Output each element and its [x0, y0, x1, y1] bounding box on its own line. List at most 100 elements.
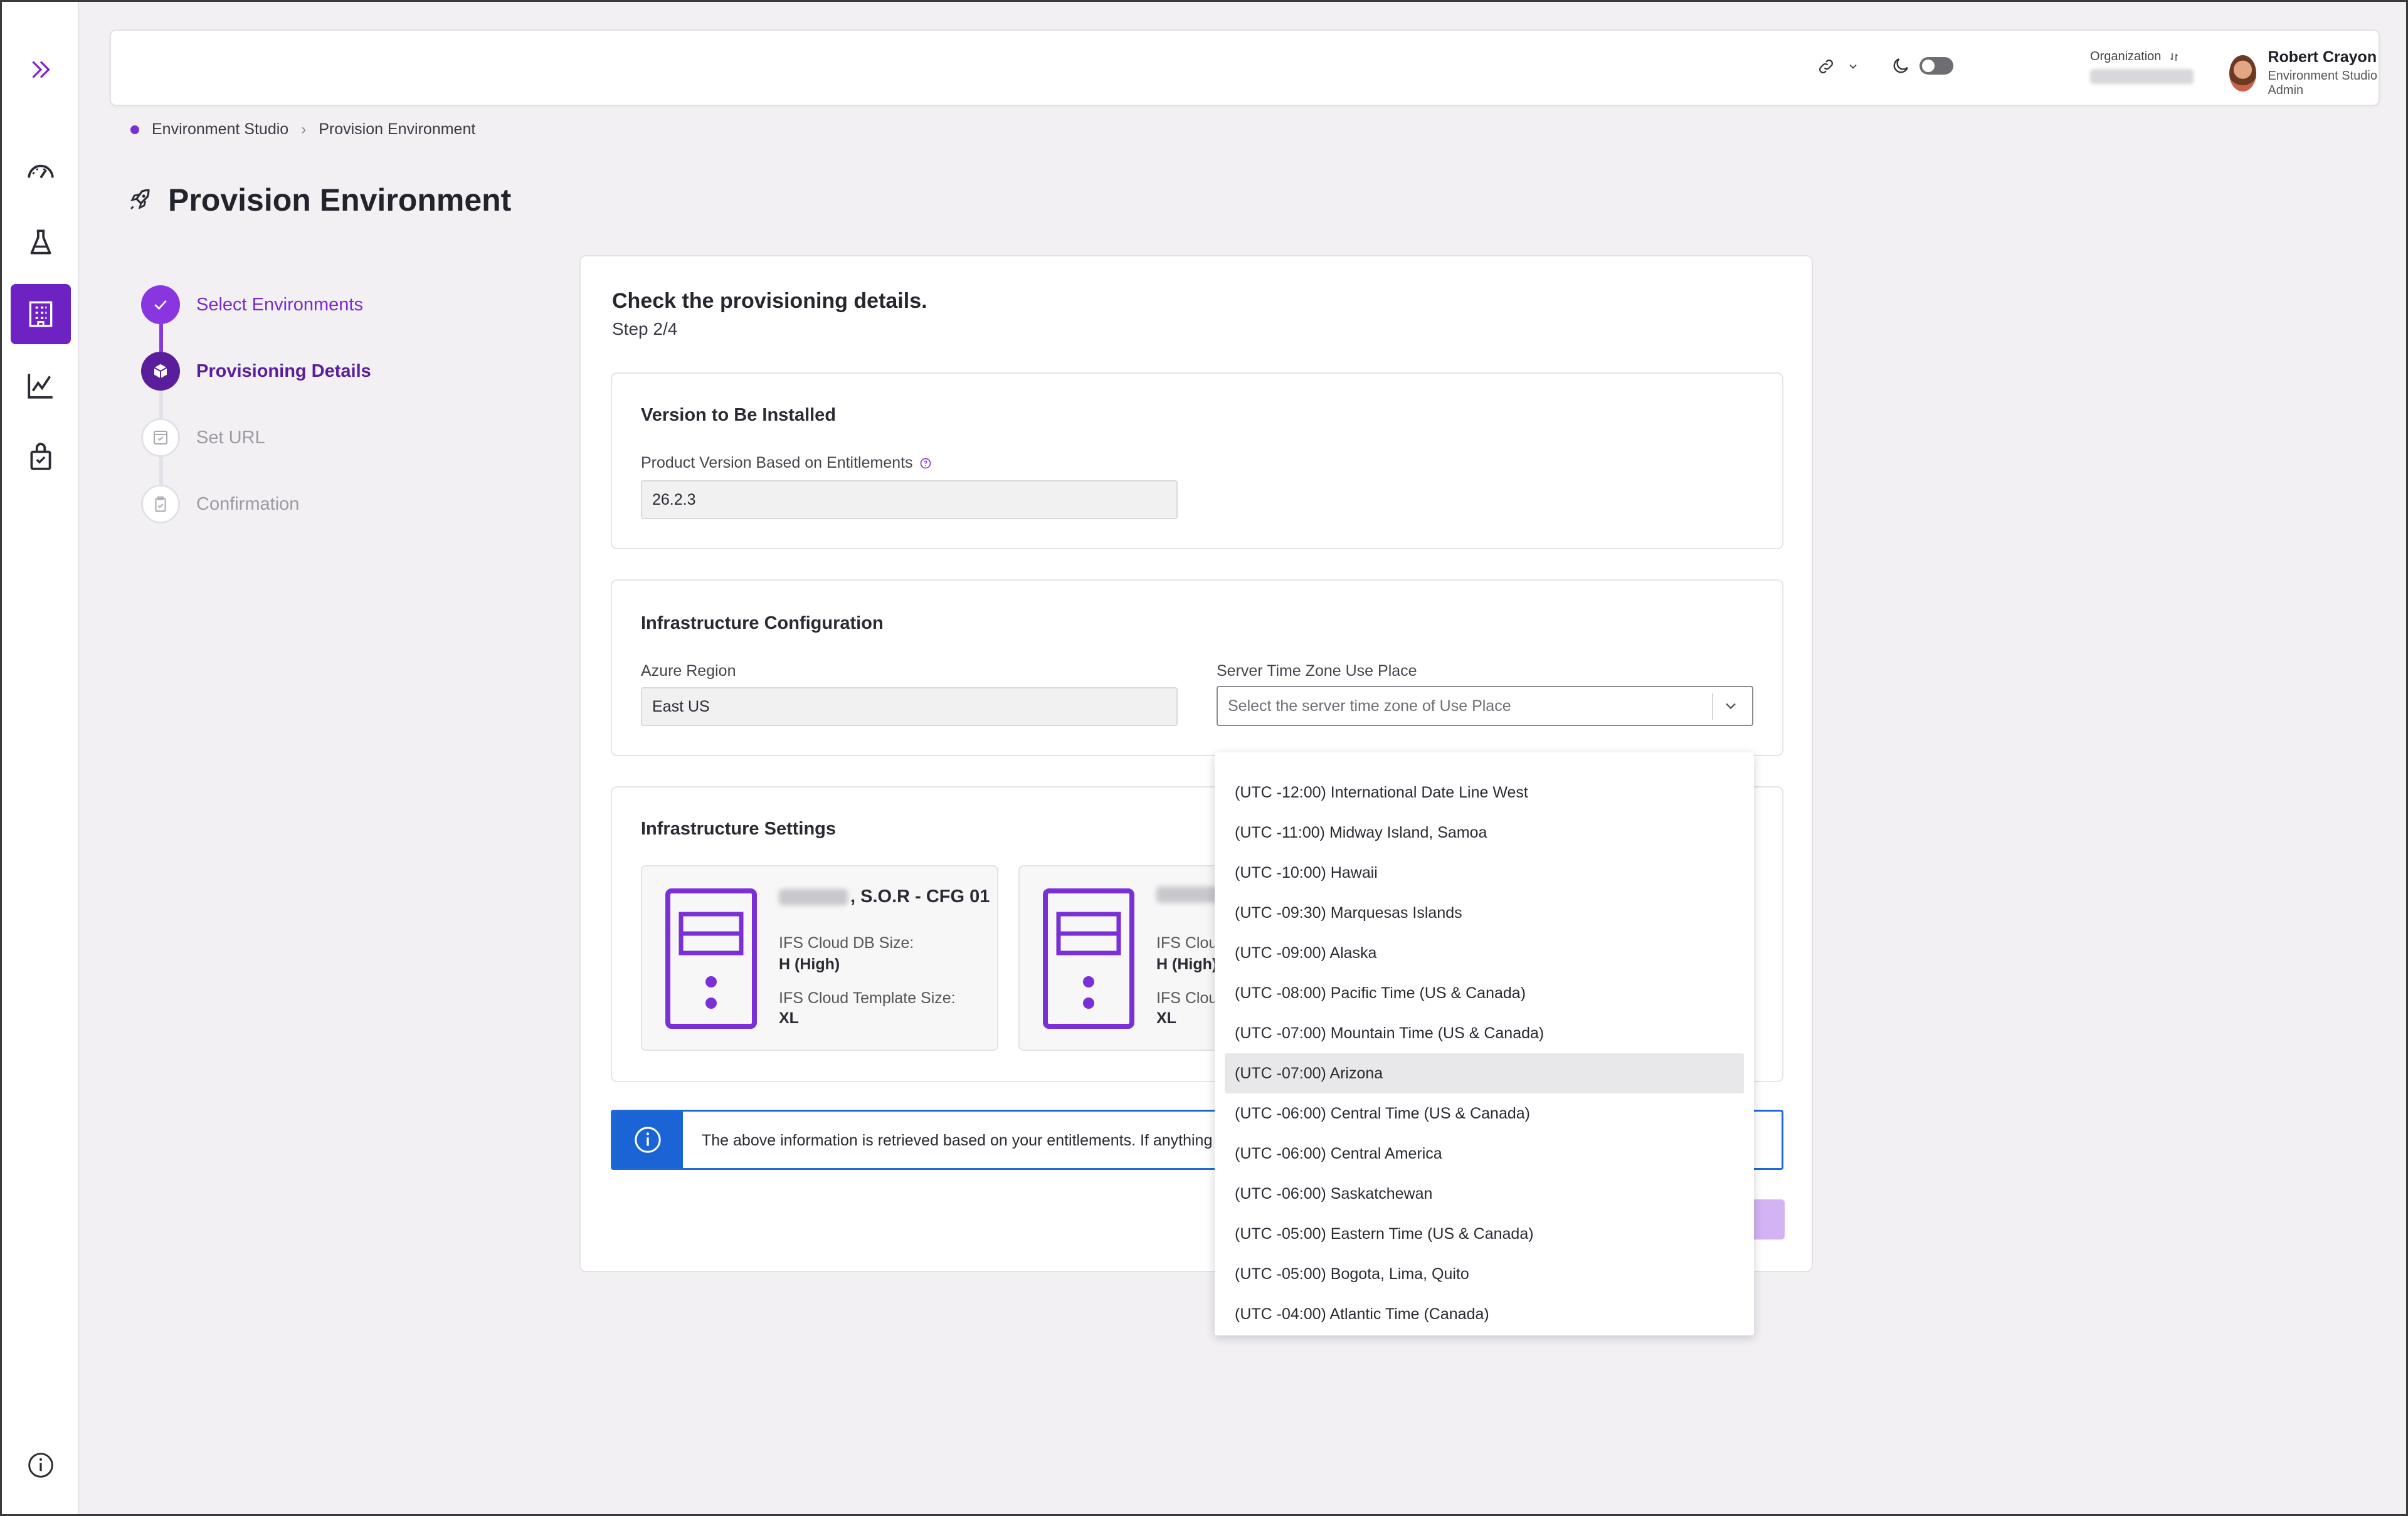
- checkmark-icon: [154, 300, 167, 310]
- badge-lock-icon: [30, 443, 51, 470]
- timezone-option[interactable]: (UTC -10:00) Hawaii: [1225, 853, 1744, 893]
- chevron-right-icon: ›: [301, 120, 307, 138]
- browser-icon: [154, 431, 167, 445]
- section-title: Infrastructure Settings: [641, 819, 836, 839]
- user-profile[interactable]: Robert Crayon Environment Studio Admin: [2229, 48, 2379, 98]
- db-size-value: H (High): [779, 955, 840, 973]
- timezone-select[interactable]: Select the server time zone of Use Place: [1217, 686, 1753, 726]
- step-label: Provisioning Details: [196, 361, 371, 381]
- sidebar-item-analytics[interactable]: [11, 355, 71, 416]
- step-connector: [159, 391, 163, 418]
- page-title-text: Provision Environment: [168, 182, 512, 218]
- dark-mode-switch[interactable]: [1920, 57, 1953, 75]
- step-select-environments[interactable]: Select Environments: [141, 285, 363, 324]
- building-grid-icon: [29, 301, 53, 327]
- step-connector: [159, 457, 163, 485]
- info-icon: [635, 1127, 661, 1153]
- info-banner-icon-area: [613, 1112, 683, 1168]
- timezone-option[interactable]: (UTC -05:00) Bogota, Lima, Quito: [1225, 1254, 1744, 1294]
- timezone-label: Server Time Zone Use Place: [1217, 662, 1417, 680]
- line-chart-icon: [28, 374, 53, 399]
- sidebar-item-lab[interactable]: [11, 213, 71, 273]
- template-size-value: XL: [1156, 1009, 1176, 1027]
- link-icon: [1819, 60, 1833, 73]
- template-size-value: XL: [779, 1009, 799, 1027]
- chevron-down-icon: [1849, 64, 1857, 69]
- timezone-dropdown-list: (UTC -12:00) International Date Line Wes…: [1215, 752, 1754, 1335]
- timezone-option[interactable]: (UTC -06:00) Central Time (US & Canada): [1225, 1093, 1744, 1134]
- breadcrumb-item-provision-environment: Provision Environment: [319, 120, 476, 138]
- step-label: Confirmation: [196, 493, 300, 514]
- swap-icon: [2170, 53, 2178, 61]
- speedometer-icon: [28, 164, 54, 179]
- breadcrumb-item-environment-studio[interactable]: Environment Studio: [152, 120, 288, 139]
- step-connector: [159, 324, 163, 352]
- product-version-label: Product Version Based on Entitlements: [641, 454, 932, 472]
- clipboard-check-icon: [155, 496, 166, 512]
- timezone-option[interactable]: (UTC -09:30) Marquesas Islands: [1225, 893, 1744, 933]
- version-section: Version to Be Installed Product Version …: [611, 372, 1783, 549]
- organization-switcher[interactable]: Organization: [2090, 50, 2194, 84]
- timezone-option[interactable]: (UTC -07:00) Arizona: [1225, 1053, 1744, 1093]
- configuration-name-text: , S.O.R - CFG 01: [850, 887, 990, 907]
- step-label: Set URL: [196, 427, 265, 448]
- breadcrumb: Environment Studio › Provision Environme…: [130, 120, 475, 139]
- cube-icon: [154, 364, 167, 379]
- user-role: Environment Studio Admin: [2268, 69, 2377, 97]
- step-todo-indicator: [141, 485, 180, 524]
- configuration-name: , S.O.R - CFG 01: [779, 887, 990, 907]
- info-banner-text: The above information is retrieved based…: [702, 1132, 1213, 1149]
- step-done-indicator: [141, 285, 180, 324]
- timezone-option[interactable]: (UTC -08:00) Pacific Time (US & Canada): [1225, 973, 1744, 1013]
- help-circle-icon[interactable]: [919, 457, 932, 470]
- configuration-card[interactable]: , S.O.R - CFG 01 IFS Cloud DB Size: H (H…: [641, 865, 998, 1051]
- step-provisioning-details[interactable]: Provisioning Details: [141, 352, 371, 391]
- timezone-option[interactable]: (UTC -04:00) Atlantic Time (Canada): [1225, 1294, 1744, 1334]
- timezone-option[interactable]: (UTC -09:00) Alaska: [1225, 933, 1744, 973]
- sidebar: [2, 2, 79, 1514]
- sidebar-item-security[interactable]: [11, 427, 71, 487]
- help-button[interactable]: [27, 1451, 55, 1482]
- chevron-down-icon: [1726, 703, 1736, 710]
- sidebar-item-environments[interactable]: [11, 284, 71, 344]
- azure-region-label: Azure Region: [641, 662, 736, 680]
- info-circle-icon: [28, 1453, 53, 1478]
- product-version-label-text: Product Version Based on Entitlements: [641, 454, 913, 471]
- user-name: Robert Crayon: [2268, 48, 2377, 66]
- redacted-name: [779, 888, 848, 905]
- timezone-option[interactable]: (UTC -12:00) International Date Line Wes…: [1225, 772, 1744, 813]
- timezone-option[interactable]: (UTC -07:00) Mountain Time (US & Canada): [1225, 1013, 1744, 1053]
- step-confirmation[interactable]: Confirmation: [141, 485, 299, 524]
- page-title: Provision Environment: [127, 182, 511, 218]
- select-divider: [1712, 693, 1713, 720]
- server-icon: [1043, 888, 1134, 1029]
- timezone-option[interactable]: (UTC -06:00) Saskatchewan: [1225, 1174, 1744, 1214]
- theme-toggle[interactable]: [1891, 56, 1953, 76]
- expand-sidebar-button[interactable]: [11, 39, 71, 100]
- server-icon: [665, 888, 757, 1029]
- section-title: Version to Be Installed: [641, 405, 837, 425]
- step-counter: Step 2/4: [612, 319, 678, 339]
- step-label: Select Environments: [196, 294, 363, 315]
- timezone-option[interactable]: (UTC -05:00) Eastern Time (US & Canada): [1225, 1214, 1744, 1254]
- avatar: [2229, 55, 2257, 92]
- template-size-label: IFS Cloud Template Size:: [779, 989, 956, 1007]
- db-size-label: IFS Cloud DB Size:: [779, 934, 914, 952]
- step-todo-indicator: [141, 418, 180, 457]
- sidebar-item-dashboard[interactable]: [11, 141, 71, 201]
- flask-icon: [30, 229, 51, 255]
- step-set-url[interactable]: Set URL: [141, 418, 265, 457]
- infrastructure-configuration-section: Infrastructure Configuration Azure Regio…: [611, 579, 1783, 756]
- timezone-option[interactable]: (UTC -06:00) Central America: [1225, 1134, 1744, 1174]
- double-chevron-right-icon: [32, 61, 50, 78]
- step-current-indicator: [141, 352, 180, 391]
- timezone-option[interactable]: (UTC -11:00) Midway Island, Samoa: [1225, 813, 1744, 853]
- db-size-value: H (High): [1156, 955, 1218, 973]
- card-heading: Check the provisioning details.: [612, 289, 927, 313]
- rocket-icon: [130, 189, 150, 209]
- product-version-field: 26.2.3: [641, 480, 1178, 519]
- links-menu-button[interactable]: [1817, 57, 1859, 76]
- top-header: Organization Robert Crayon Environment S…: [110, 29, 2380, 106]
- organization-value-redacted: [2090, 69, 2194, 84]
- azure-region-field: East US: [641, 687, 1178, 726]
